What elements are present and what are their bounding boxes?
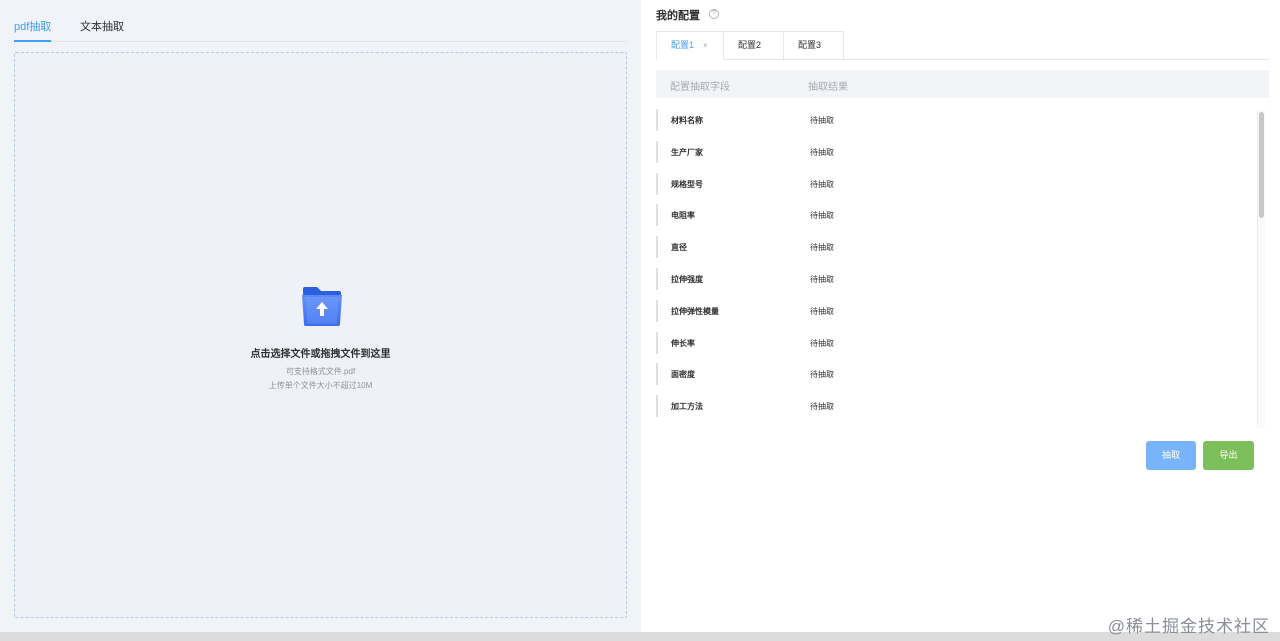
row-marker [656,395,658,418]
table-row: 电阻率 待抽取 [656,202,1256,234]
row-result: 待抽取 [810,402,834,412]
tab-config-2[interactable]: 配置2 [723,31,784,60]
row-result: 待抽取 [810,243,834,253]
row-marker [656,299,658,322]
row-marker [656,331,658,354]
row-result: 待抽取 [810,306,834,316]
tab-pdf-extract[interactable]: pdf抽取 [14,20,51,34]
tab-config-1[interactable]: 配置1 × [656,31,724,60]
tab-config-3[interactable]: 配置3 [783,31,844,60]
row-result: 待抽取 [810,370,834,380]
row-field: 面密度 [671,370,695,380]
upload-format-hint: 可支持格式文件.pdf [285,367,356,376]
table-row: 直径 待抽取 [656,234,1256,266]
table-row: 拉伸弹性模量 待抽取 [656,298,1256,330]
table-body: 材料名称 待抽取 生产厂家 待抽取 规格型号 待抽取 电阻率 待抽取 直径 待抽取 拉伸强… [656,107,1256,425]
row-result: 待抽取 [810,116,834,125]
row-marker [656,363,658,386]
table-scrollbar[interactable] [1257,110,1265,428]
background-status-strip [0,632,1280,641]
tab-config-3-label: 配置3 [798,40,822,50]
table-row: 加工方法 待抽取 [656,393,1256,425]
row-field: 直径 [671,243,687,253]
table-row: 规格型号 待抽取 [656,171,1256,203]
config-panel: 我的配置 ? 配置1 × 配置2 配置3 配置抽取字段 抽取结果 材料名称 待抽取… [641,0,1280,632]
folder-upload-icon [302,287,342,326]
row-result: 待抽取 [810,179,834,189]
config-tabs: 配置1 × 配置2 配置3 [656,31,1269,60]
table-row: 面密度 待抽取 [656,361,1256,393]
header-result: 抽取结果 [808,82,848,93]
row-result: 待抽取 [810,211,834,221]
row-marker [656,109,658,131]
file-dropzone[interactable]: 点击选择文件或拖拽文件到这里 可支持格式文件.pdf 上传单个文件大小不超过10… [14,52,627,618]
row-result: 待抽取 [810,274,834,284]
extract-table: 配置抽取字段 抽取结果 材料名称 待抽取 生产厂家 待抽取 规格型号 待抽取 电阻率待… [656,70,1269,430]
tab-config-1-label: 配置1 [671,40,695,50]
extract-mode-tabs: pdf抽取 文本抽取 [14,0,627,42]
active-tab-indicator [14,40,51,42]
close-icon[interactable]: × [703,32,708,59]
row-result: 待抽取 [810,147,834,157]
extract-button[interactable]: 抽取 [1146,441,1196,470]
row-marker [656,267,658,290]
table-row: 伸长率 待抽取 [656,330,1256,362]
row-field: 电阻率 [671,211,695,221]
config-title: 我的配置 [656,10,700,22]
left-panel: pdf抽取 文本抽取 点击选择文件或拖拽文件到这里 可支持格式文件.pdf 上传… [0,0,641,641]
table-row: 拉伸强度 待抽取 [656,266,1256,298]
row-field: 拉伸弹性模量 [671,306,719,316]
row-marker [656,140,658,163]
row-field: 生产厂家 [671,147,703,157]
row-marker [656,172,658,195]
row-marker [656,204,658,227]
upload-size-hint: 上传单个文件大小不超过10M [268,381,373,390]
upload-title: 点击选择文件或拖拽文件到这里 [250,349,391,360]
tab-config-2-label: 配置2 [738,40,762,50]
row-field: 拉伸强度 [671,274,703,284]
question-circle-icon[interactable]: ? [709,9,719,19]
row-field: 规格型号 [671,179,703,189]
export-button[interactable]: 导出 [1203,441,1254,470]
table-row: 生产厂家 待抽取 [656,139,1256,171]
table-row: 材料名称 待抽取 [656,107,1256,139]
tab-text-extract[interactable]: 文本抽取 [80,20,124,34]
row-field: 伸长率 [671,338,695,348]
row-marker [656,236,658,259]
row-result: 待抽取 [810,338,834,348]
table-header: 配置抽取字段 抽取结果 [656,70,1269,98]
header-field: 配置抽取字段 [670,82,730,93]
scrollbar-thumb[interactable] [1259,112,1264,218]
row-field: 材料名称 [671,116,703,125]
row-field: 加工方法 [671,402,703,412]
watermark: @稀土掘金技术社区 [1107,617,1270,636]
